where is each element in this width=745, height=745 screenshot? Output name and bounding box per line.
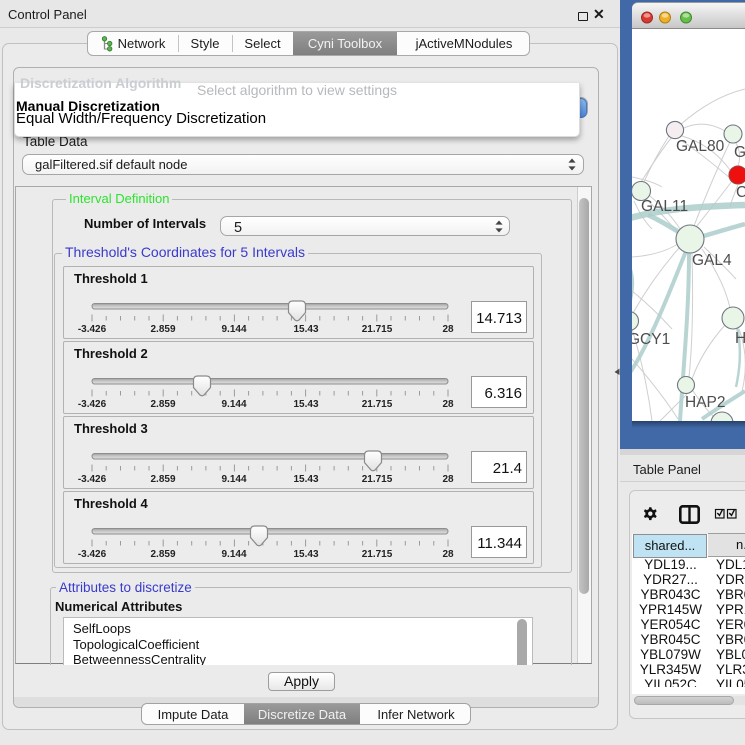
svg-text:GAL80: GAL80	[676, 138, 725, 155]
svg-text:H: H	[735, 330, 745, 347]
svg-text:G.: G.	[734, 144, 745, 161]
svg-text:GAL4: GAL4	[692, 252, 732, 269]
svg-text:GAL11: GAL11	[641, 198, 688, 215]
svg-text:C: C	[736, 184, 745, 201]
svg-text:HAP2: HAP2	[685, 394, 726, 411]
svg-text:GCY1: GCY1	[632, 331, 670, 348]
